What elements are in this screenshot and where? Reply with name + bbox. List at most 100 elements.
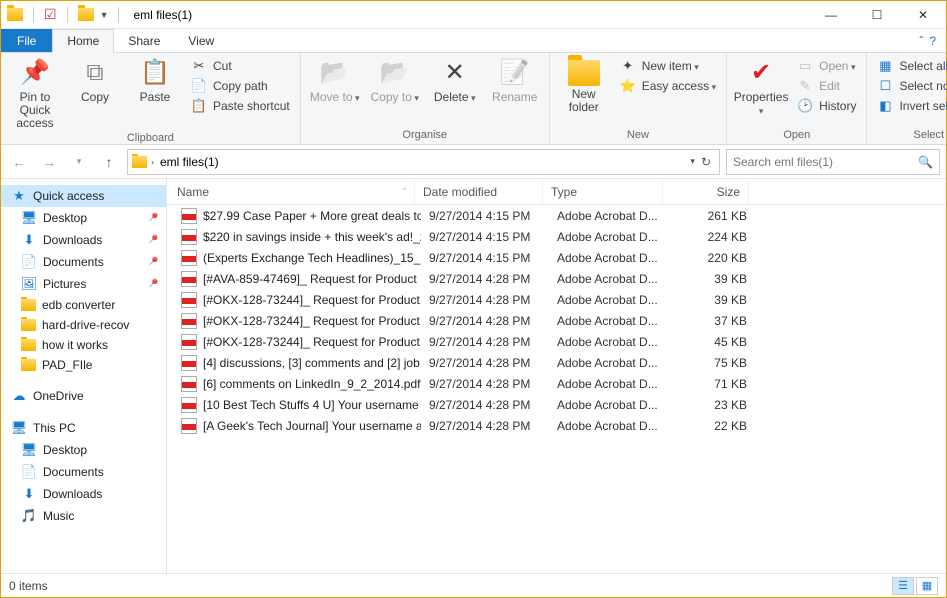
- file-row[interactable]: $27.99 Case Paper + More great deals to …: [167, 205, 946, 226]
- help-icon[interactable]: ?: [929, 34, 936, 48]
- file-row[interactable]: [4] discussions, [3] comments and [2] jo…: [167, 352, 946, 373]
- sidebar-item[interactable]: ⬇Downloads📍: [1, 229, 166, 251]
- navigation-pane[interactable]: ★ Quick access 🖥Desktop📍⬇Downloads📍📄Docu…: [1, 179, 167, 573]
- this-pc-icon: 🖥: [11, 420, 27, 436]
- file-name: (Experts Exchange Tech Headlines)_15_11.…: [203, 251, 421, 265]
- history-dropdown-icon[interactable]: ▾: [690, 156, 695, 167]
- copy-path-button[interactable]: 📄Copy path: [187, 77, 294, 95]
- maximize-button[interactable]: ☐: [854, 1, 900, 29]
- group-select-label: Select: [873, 128, 947, 144]
- sidebar-item-label: how it works: [42, 338, 108, 352]
- copy-button[interactable]: ⧉ Copy: [67, 55, 123, 104]
- file-row[interactable]: [A Geek's Tech Journal] Your username a.…: [167, 415, 946, 436]
- qat-newfolder-icon[interactable]: [78, 8, 94, 21]
- select-all-button[interactable]: ▦Select all: [873, 57, 947, 75]
- new-folder-button[interactable]: New folder: [556, 55, 612, 114]
- icons-view-button[interactable]: ▦: [916, 577, 938, 595]
- select-none-button[interactable]: ☐Select none: [873, 77, 947, 95]
- chevron-icon[interactable]: ›: [151, 157, 154, 167]
- file-name: [6] comments on LinkedIn_9_2_2014.pdf: [203, 377, 421, 391]
- sidebar-item[interactable]: 🖥Desktop: [1, 439, 166, 461]
- file-row[interactable]: [#OKX-128-73244]_ Request for Product ..…: [167, 310, 946, 331]
- sidebar-item[interactable]: how it works: [1, 335, 166, 355]
- properties-button[interactable]: ✔Properties: [733, 55, 789, 117]
- file-row[interactable]: [#OKX-128-73244]_ Request for Product ..…: [167, 289, 946, 310]
- back-button[interactable]: ←: [7, 150, 31, 174]
- recent-locations-button[interactable]: ▾: [67, 150, 91, 174]
- ribbon-collapse-icon[interactable]: ˆ: [919, 34, 923, 48]
- file-list[interactable]: $27.99 Case Paper + More great deals to …: [167, 205, 946, 573]
- qat-properties-icon[interactable]: ☑: [44, 6, 57, 23]
- sidebar-item[interactable]: 🖥Desktop📍: [1, 207, 166, 229]
- sidebar-item-label: Documents: [43, 255, 104, 269]
- rename-icon: 📝: [499, 57, 531, 89]
- search-icon[interactable]: 🔍: [918, 155, 933, 169]
- sidebar-item-label: Downloads: [43, 487, 102, 501]
- refresh-icon[interactable]: ↻: [701, 155, 711, 169]
- tab-view[interactable]: View: [174, 29, 228, 52]
- file-row[interactable]: [6] comments on LinkedIn_9_2_2014.pdf9/2…: [167, 373, 946, 394]
- file-row[interactable]: [#OKX-128-73244]_ Request for Product ..…: [167, 331, 946, 352]
- copy-to-button[interactable]: 📂Copy to: [367, 55, 423, 104]
- tab-share[interactable]: Share: [114, 29, 174, 52]
- easy-access-button[interactable]: ⭐Easy access: [616, 77, 720, 95]
- file-name: [#OKX-128-73244]_ Request for Product ..…: [203, 293, 421, 307]
- column-type[interactable]: Type: [543, 179, 663, 204]
- sidebar-quick-access[interactable]: ★ Quick access: [1, 185, 166, 207]
- folder-icon: [21, 339, 36, 351]
- delete-button[interactable]: ✕Delete: [427, 55, 483, 104]
- sidebar-item-label: PAD_FIle: [42, 358, 92, 372]
- edit-button[interactable]: ✎Edit: [793, 77, 860, 95]
- file-name: [#OKX-128-73244]_ Request for Product ..…: [203, 314, 421, 328]
- tab-file[interactable]: File: [1, 29, 52, 52]
- sidebar-item[interactable]: edb converter: [1, 295, 166, 315]
- breadcrumb[interactable]: › eml files(1) ▾ ↻: [127, 149, 720, 175]
- minimize-button[interactable]: —: [808, 1, 854, 29]
- sidebar-item[interactable]: PAD_FIle: [1, 355, 166, 375]
- sidebar-item[interactable]: 📄Documents: [1, 461, 166, 483]
- cut-button[interactable]: ✂Cut: [187, 57, 294, 75]
- pdf-icon: [181, 313, 197, 329]
- new-item-button[interactable]: ✦New item: [616, 57, 720, 75]
- move-to-button[interactable]: 📂Move to: [307, 55, 363, 104]
- paste-button[interactable]: 📋 Paste: [127, 55, 183, 104]
- paste-shortcut-button[interactable]: 📋Paste shortcut: [187, 97, 294, 115]
- sidebar-item[interactable]: 📄Documents📍: [1, 251, 166, 273]
- paste-shortcut-icon: 📋: [191, 98, 207, 114]
- details-view-button[interactable]: ☰: [892, 577, 914, 595]
- move-to-icon: 📂: [319, 57, 351, 89]
- sidebar-item-label: Pictures: [43, 277, 86, 291]
- sidebar-item[interactable]: hard-drive-recov: [1, 315, 166, 335]
- qat-dropdown-icon[interactable]: ▼: [100, 10, 109, 20]
- pdf-icon: [181, 229, 197, 245]
- column-date[interactable]: Date modified: [415, 179, 543, 204]
- column-name[interactable]: Nameˆ: [167, 179, 415, 204]
- forward-button[interactable]: →: [37, 150, 61, 174]
- file-row[interactable]: (Experts Exchange Tech Headlines)_15_11.…: [167, 247, 946, 268]
- rename-button[interactable]: 📝Rename: [487, 55, 543, 104]
- sidebar-this-pc[interactable]: 🖥 This PC: [1, 417, 166, 439]
- search-input[interactable]: Search eml files(1) 🔍: [726, 149, 940, 175]
- invert-selection-button[interactable]: ◧Invert selection: [873, 97, 947, 115]
- file-type: Adobe Acrobat D...: [549, 398, 669, 412]
- file-row[interactable]: $220 in savings inside + this week's ad!…: [167, 226, 946, 247]
- file-row[interactable]: [10 Best Tech Stuffs 4 U] Your username …: [167, 394, 946, 415]
- file-size: 23 KB: [669, 398, 755, 412]
- file-name: $27.99 Case Paper + More great deals to …: [203, 209, 421, 223]
- file-date: 9/27/2014 4:28 PM: [421, 356, 549, 370]
- column-size[interactable]: Size: [663, 179, 749, 204]
- close-button[interactable]: ✕: [900, 1, 946, 29]
- sidebar-item[interactable]: 🖼Pictures📍: [1, 273, 166, 295]
- breadcrumb-item[interactable]: eml files(1): [158, 155, 221, 169]
- history-button[interactable]: 🕑History: [793, 97, 860, 115]
- sidebar-onedrive[interactable]: ☁ OneDrive: [1, 385, 166, 407]
- file-name: $220 in savings inside + this week's ad!…: [203, 230, 421, 244]
- sidebar-item[interactable]: ⬇Downloads: [1, 483, 166, 505]
- tab-home[interactable]: Home: [52, 29, 114, 53]
- file-row[interactable]: [#AVA-859-47469]_ Request for Product ..…: [167, 268, 946, 289]
- sidebar-item[interactable]: 🎵Music: [1, 505, 166, 527]
- open-button[interactable]: ▭Open: [793, 57, 860, 75]
- file-size: 39 KB: [669, 293, 755, 307]
- pin-quick-access-button[interactable]: 📌 Pin to Quick access: [7, 55, 63, 131]
- up-button[interactable]: ↑: [97, 150, 121, 174]
